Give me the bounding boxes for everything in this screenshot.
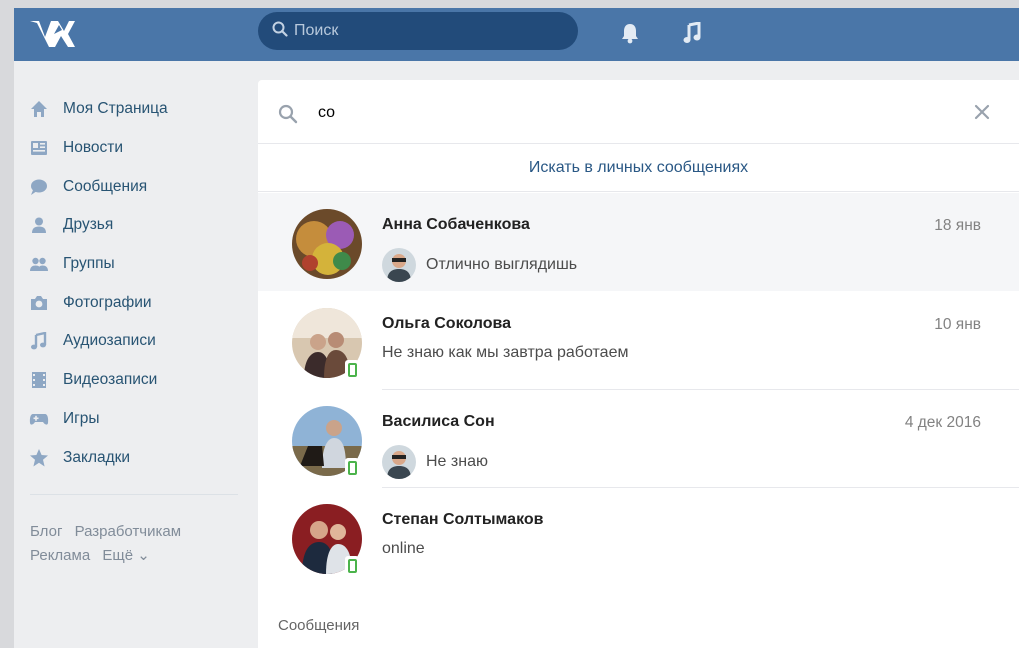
- left-sidebar: Моя Страница Новости Сообщения Друзья Гр…: [28, 90, 240, 477]
- film-icon: [28, 369, 50, 391]
- footer-link-more[interactable]: Ещё ⌄: [102, 547, 149, 564]
- dialog-message-text: Не знаю как мы завтра работаем: [382, 344, 629, 361]
- close-icon[interactable]: [974, 104, 990, 124]
- star-icon: [28, 447, 50, 469]
- sidebar-item-label: Группы: [63, 255, 115, 273]
- sidebar-item-label: Аудиозаписи: [63, 332, 156, 350]
- sidebar-item-groups[interactable]: Группы: [28, 245, 240, 284]
- messages-search-bar[interactable]: со: [258, 80, 1019, 144]
- sidebar-item-news[interactable]: Новости: [28, 129, 240, 168]
- messages-panel: со Искать в личных сообщениях Анна Собач…: [258, 80, 1019, 648]
- search-icon: [272, 21, 288, 41]
- section-title-messages: Сообщения: [278, 617, 360, 634]
- dialog-last-message: Не знаю как мы завтра работаем: [382, 344, 628, 362]
- sidebar-item-label: Фотографии: [63, 293, 152, 311]
- dialog-name: Анна Собаченкова: [382, 216, 530, 233]
- global-search-input[interactable]: [294, 22, 554, 40]
- footer-link-blog[interactable]: Блог: [30, 523, 62, 540]
- dialog-row[interactable]: Степан Солтымаков online: [258, 488, 1019, 586]
- music-note-icon: [28, 330, 50, 352]
- global-search[interactable]: [258, 12, 578, 50]
- gamepad-icon: [28, 408, 50, 430]
- top-header: [14, 8, 1019, 61]
- home-icon: [28, 98, 50, 120]
- dialog-status-text: online: [382, 540, 425, 557]
- window-frame-top: [0, 0, 1019, 8]
- sidebar-divider: [30, 494, 238, 495]
- window-frame-left: [0, 0, 14, 648]
- sidebar-item-label: Закладки: [63, 448, 131, 466]
- dialog-row[interactable]: Василиса Сон 4 дек 2016 Не знаю: [258, 390, 1019, 488]
- sidebar-item-friends[interactable]: Друзья: [28, 206, 240, 245]
- sidebar-item-label: Друзья: [63, 216, 114, 234]
- vk-logo-icon[interactable]: [28, 17, 76, 51]
- mobile-online-icon: [345, 458, 359, 478]
- dialog-name: Ольга Соколова: [382, 315, 511, 332]
- search-icon: [278, 104, 298, 128]
- person-icon: [28, 214, 50, 236]
- sidebar-item-label: Сообщения: [63, 177, 148, 195]
- dialog-message-text: Не знаю: [426, 453, 488, 470]
- group-icon: [28, 253, 50, 275]
- sidebar-item-videos[interactable]: Видеозаписи: [28, 361, 240, 400]
- sidebar-item-photos[interactable]: Фотографии: [28, 283, 240, 322]
- avatar: [292, 209, 362, 279]
- sidebar-footer-links: Блог Разработчикам Реклама Ещё ⌄: [30, 520, 230, 568]
- dialog-last-message: Отлично выглядишь: [382, 248, 577, 282]
- dialog-row[interactable]: Анна Собаченкова 18 янв Отлично выглядиш…: [258, 193, 1019, 291]
- bell-icon[interactable]: [618, 20, 642, 46]
- sidebar-item-games[interactable]: Игры: [28, 400, 240, 439]
- news-icon: [28, 137, 50, 159]
- dialog-date: 4 дек 2016: [904, 414, 981, 431]
- message-bubble-icon: [28, 176, 50, 198]
- sidebar-item-my-page[interactable]: Моя Страница: [28, 90, 240, 129]
- avatar: [382, 248, 416, 282]
- dialog-row[interactable]: Ольга Соколова 10 янв Не знаю как мы зав…: [258, 292, 1019, 390]
- dialog-date: 10 янв: [934, 316, 981, 333]
- dialog-last-message: Не знаю: [382, 445, 488, 479]
- mobile-online-icon: [345, 556, 359, 576]
- sidebar-item-label: Игры: [63, 409, 100, 427]
- dialog-name: Василиса Сон: [382, 413, 495, 430]
- dialog-last-message: online: [382, 540, 425, 558]
- footer-link-developers[interactable]: Разработчикам: [75, 523, 181, 540]
- vk-page: Моя Страница Новости Сообщения Друзья Гр…: [14, 8, 1019, 648]
- music-note-icon[interactable]: [680, 20, 704, 46]
- dialog-name: Степан Солтымаков: [382, 511, 544, 528]
- sidebar-item-bookmarks[interactable]: Закладки: [28, 438, 240, 477]
- dialog-message-text: Отлично выглядишь: [426, 256, 578, 273]
- messages-search-query[interactable]: со: [318, 104, 335, 122]
- footer-link-ads[interactable]: Реклама: [30, 547, 90, 564]
- camera-icon: [28, 292, 50, 314]
- sidebar-item-label: Моя Страница: [63, 100, 168, 118]
- avatar: [382, 445, 416, 479]
- sidebar-item-label: Видеозаписи: [63, 371, 158, 389]
- sidebar-item-label: Новости: [63, 139, 124, 157]
- mobile-online-icon: [345, 360, 359, 380]
- sidebar-item-messages[interactable]: Сообщения: [28, 167, 240, 206]
- sidebar-item-audio[interactable]: Аудиозаписи: [28, 322, 240, 361]
- dialog-date: 18 янв: [934, 217, 981, 234]
- search-in-private-messages-link[interactable]: Искать в личных сообщениях: [258, 144, 1019, 192]
